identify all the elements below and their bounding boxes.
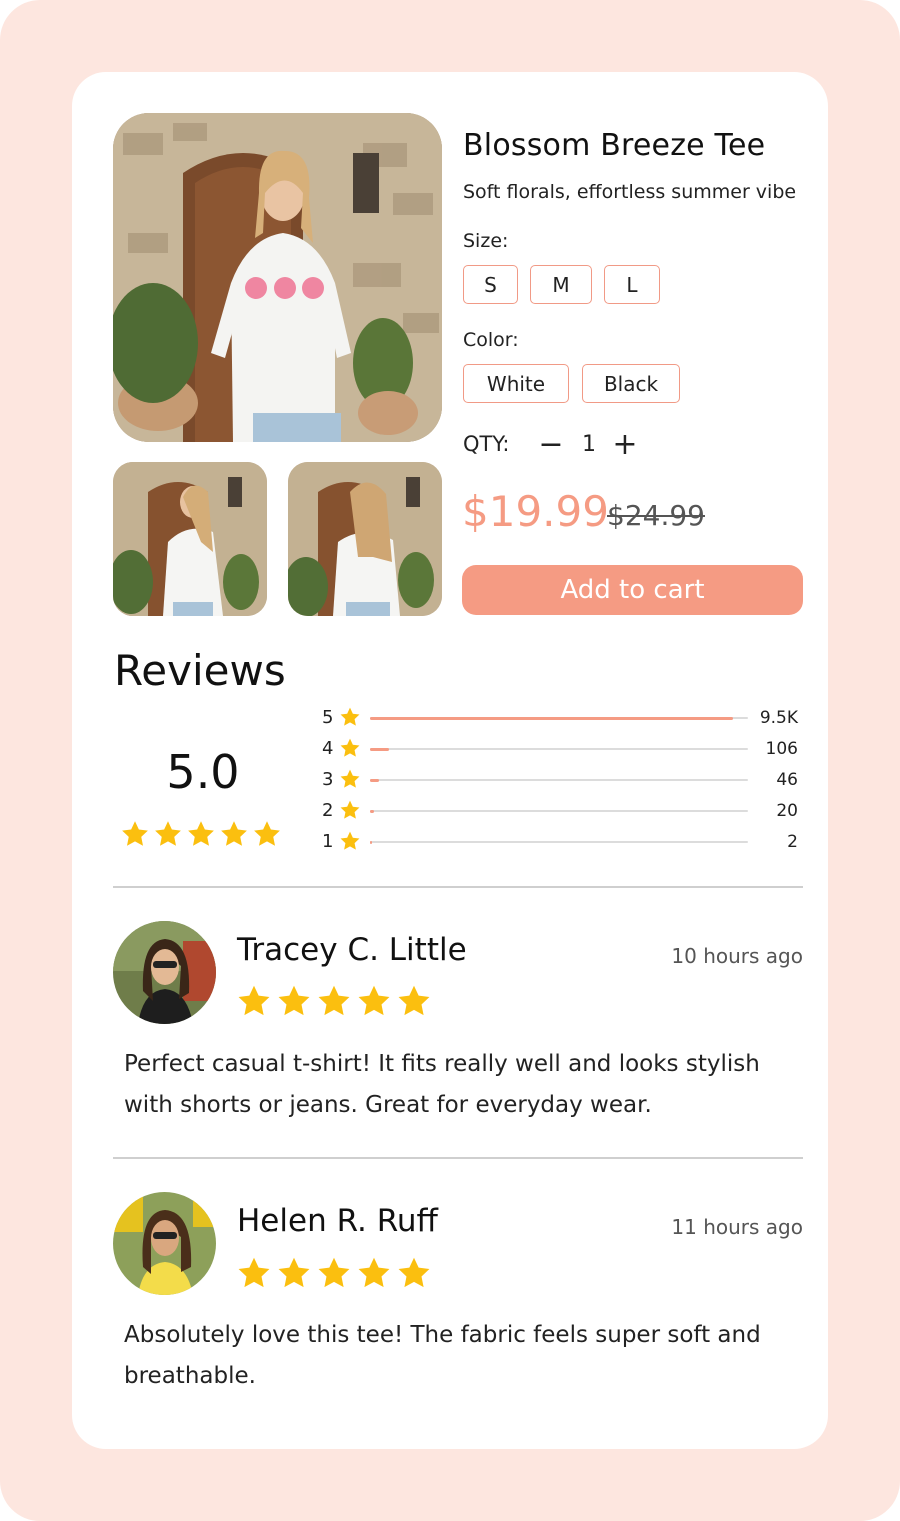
star-icon (398, 1257, 430, 1288)
rating-bar-count: 46 (776, 770, 798, 790)
rating-bar-stars-label: 2 (322, 800, 334, 821)
star-icon (278, 985, 310, 1016)
rating-bar-fill (370, 778, 380, 782)
rating-bar-track (370, 840, 748, 844)
sale-price: $19.99 (462, 487, 609, 536)
rating-bar-track (370, 716, 748, 720)
star-icon (318, 985, 350, 1016)
size-option-l[interactable]: L (604, 265, 660, 304)
rating-bar-track (370, 778, 748, 782)
star-icon (238, 1257, 270, 1288)
star-icon (221, 821, 247, 846)
star-icon (278, 1257, 310, 1288)
rating-bar-fill (370, 840, 372, 844)
rating-bar-fill (370, 716, 733, 720)
reviews-heading: Reviews (114, 646, 286, 695)
review-text-line: Absolutely love this tee! The fabric fee… (124, 1322, 761, 1348)
star-icon (398, 985, 430, 1016)
rating-bar-stars-label: 1 (322, 831, 334, 852)
average-rating-stars (120, 819, 282, 849)
qty-value: 1 (582, 431, 596, 457)
product-subtitle: Soft florals, effortless summer vibe (463, 181, 797, 203)
rating-bar-row: 3 46 (322, 767, 804, 793)
review-time: 10 hours ago (671, 944, 803, 968)
add-to-cart-button[interactable]: Add to cart (462, 565, 803, 615)
star-icon (358, 1257, 390, 1288)
star-icon (340, 769, 360, 788)
rating-bar-row: 12 (322, 829, 804, 855)
rating-bar-count: 9.5K (759, 708, 798, 728)
reviewer-avatar (113, 921, 216, 1024)
review-text-line: with shorts or jeans. Great for everyday… (124, 1092, 652, 1118)
review-text: Absolutely love this tee! The fabric fee… (124, 1315, 804, 1397)
star-icon (254, 821, 280, 846)
review-text-line: Perfect casual t-shirt! It fits really w… (124, 1051, 760, 1077)
reviewer-name: Helen R. Ruff (237, 1203, 438, 1239)
star-icon (340, 800, 360, 819)
rating-bar-row: 4 106 (322, 736, 804, 762)
rating-bar-count: 106 (765, 739, 798, 759)
qty-decrement-button[interactable]: − (537, 427, 565, 462)
product-main-photo[interactable] (113, 113, 442, 442)
color-option-white[interactable]: White (463, 364, 569, 403)
size-option-m[interactable]: M (530, 265, 592, 304)
rating-bar-stars-label: 5 (322, 707, 334, 728)
reviewer-avatar (113, 1192, 216, 1295)
rating-bar-stars-label: 4 (322, 738, 334, 759)
star-icon (358, 985, 390, 1016)
star-icon (188, 821, 214, 846)
color-label: Color: (463, 329, 519, 351)
product-thumbnail-2[interactable] (288, 462, 442, 616)
product-title: Blossom Breeze Tee (463, 128, 766, 163)
rating-bar-row: 2 20 (322, 798, 804, 824)
original-price: $24.99 (607, 499, 705, 532)
review-text: Perfect casual t-shirt! It fits really w… (124, 1044, 804, 1126)
divider (113, 886, 803, 888)
review-time: 11 hours ago (671, 1215, 803, 1239)
qty-label: QTY: (463, 432, 510, 456)
rating-bar-row: 5 9.5K (322, 705, 804, 731)
size-option-s[interactable]: S (463, 265, 518, 304)
qty-increment-button[interactable]: + (611, 427, 639, 462)
rating-bar-stars-label: 3 (322, 769, 334, 790)
rating-bar-count: 2 (787, 832, 798, 852)
star-icon (238, 985, 270, 1016)
rating-bar-count: 20 (776, 801, 798, 821)
reviewer-name: Tracey C. Little (237, 932, 467, 968)
divider (113, 1157, 803, 1159)
star-icon (340, 831, 360, 850)
rating-bar-track (370, 809, 748, 813)
star-icon (340, 738, 360, 757)
rating-bar-track (370, 747, 748, 751)
star-icon (318, 1257, 350, 1288)
review-rating-stars (236, 1255, 432, 1291)
star-icon (122, 821, 148, 846)
rating-bar-fill (370, 809, 374, 813)
star-icon (155, 821, 181, 846)
product-thumbnail-1[interactable] (113, 462, 267, 616)
size-label: Size: (463, 230, 509, 252)
star-icon (340, 707, 360, 726)
review-rating-stars (236, 983, 432, 1019)
rating-bar-fill (370, 747, 389, 751)
review-text-line: breathable. (124, 1363, 256, 1389)
color-option-black[interactable]: Black (582, 364, 680, 403)
average-rating: 5.0 (166, 745, 240, 799)
